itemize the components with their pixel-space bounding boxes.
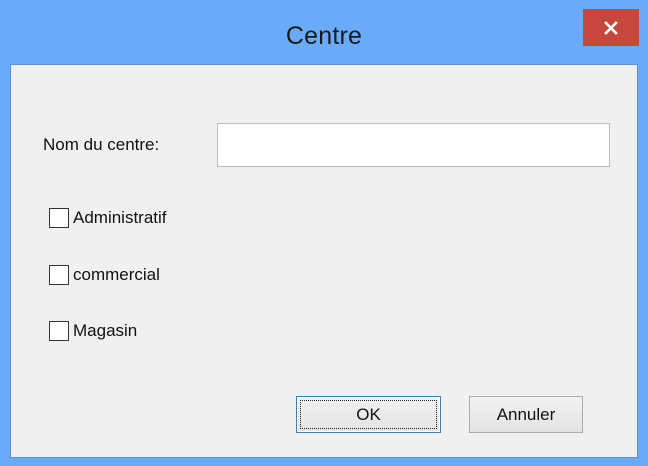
center-name-input[interactable] [217,123,610,167]
checkbox-commercial[interactable]: commercial [49,265,160,285]
dialog-window: Centre Nom du centre: Administratif comm… [0,0,648,466]
checkbox-box[interactable] [49,208,69,228]
checkbox-box[interactable] [49,321,69,341]
checkbox-label: commercial [73,265,160,284]
ok-button-label: OK [356,404,381,424]
cancel-button[interactable]: Annuler [469,396,583,433]
checkbox-box[interactable] [49,265,69,285]
cancel-button-label: Annuler [496,404,556,424]
center-name-label: Nom du centre: [43,135,160,154]
checkbox-administratif[interactable]: Administratif [49,208,167,228]
dialog-client-area: Nom du centre: Administratif commercial … [10,64,638,458]
close-icon [604,20,618,35]
checkbox-label: Magasin [73,321,138,340]
window-title: Centre [285,22,363,50]
title-bar[interactable]: Centre [0,0,648,63]
checkbox-magasin[interactable]: Magasin [49,321,137,341]
ok-button[interactable]: OK [296,396,441,433]
close-button[interactable] [583,9,639,46]
checkbox-label: Administratif [73,208,167,227]
